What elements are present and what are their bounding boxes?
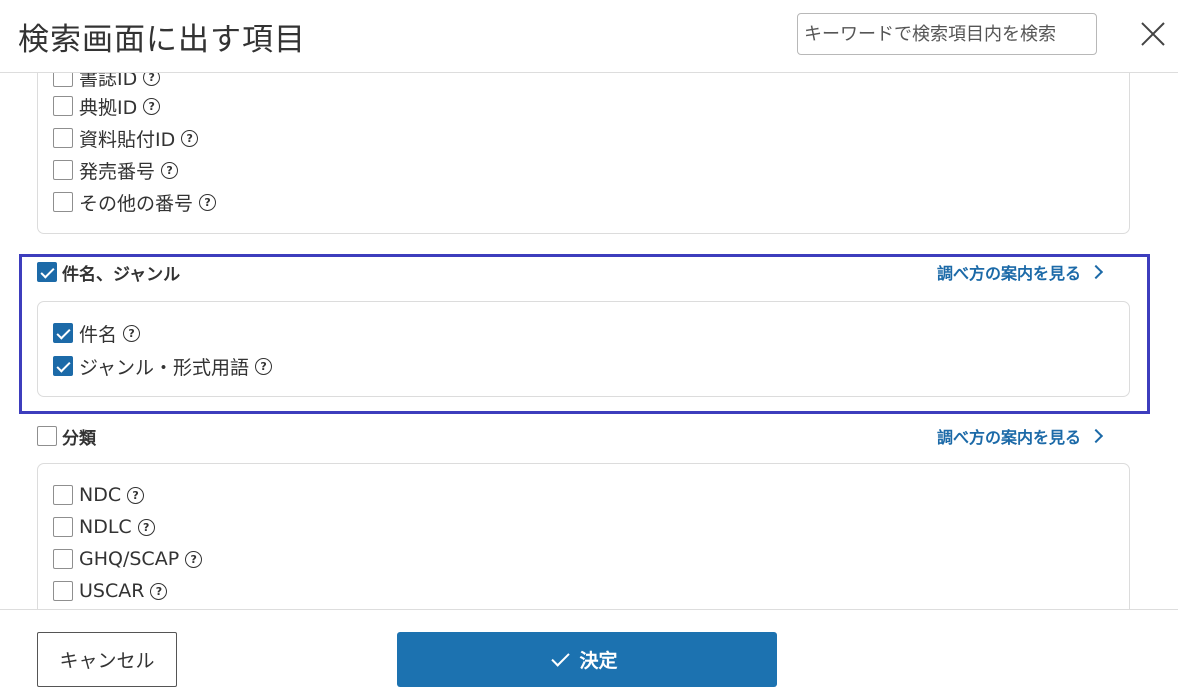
guide-link-label: 調べ方の案内を見る bbox=[937, 264, 1082, 283]
option-label: 資料貼付ID bbox=[79, 128, 176, 151]
option-ghq-scap[interactable]: GHQ/SCAP ? bbox=[53, 544, 203, 574]
chevron-right-icon bbox=[1088, 428, 1104, 444]
checkbox[interactable] bbox=[53, 192, 73, 212]
option-label: NDLC bbox=[79, 516, 132, 538]
help-icon[interactable]: ? bbox=[181, 129, 199, 147]
help-icon[interactable]: ? bbox=[185, 550, 203, 568]
cancel-button[interactable]: キャンセル bbox=[37, 632, 177, 687]
option-ndlc[interactable]: NDLC ? bbox=[53, 512, 155, 542]
option-ndc[interactable]: NDC ? bbox=[53, 480, 145, 510]
option-label: その他の番号 bbox=[79, 192, 194, 215]
option-genre-form-term[interactable]: ジャンル・形式用語 ? bbox=[53, 351, 273, 381]
help-icon[interactable]: ? bbox=[255, 357, 273, 375]
option-label: NDC bbox=[79, 484, 122, 506]
search-input[interactable] bbox=[797, 13, 1097, 55]
group-checkbox[interactable] bbox=[37, 262, 57, 282]
checkbox[interactable] bbox=[53, 485, 73, 505]
help-icon[interactable]: ? bbox=[143, 73, 161, 86]
option-subject[interactable]: 件名 ? bbox=[53, 318, 141, 348]
guide-link-label: 調べ方の案内を見る bbox=[937, 428, 1082, 447]
group-subject-genre[interactable]: 件名、ジャンル bbox=[37, 259, 180, 285]
dialog-content[interactable]: 書誌ID ? 典拠ID ? 資料貼付ID ? 発売番号 ? その他の番号 ? 件… bbox=[0, 73, 1178, 609]
checkbox[interactable] bbox=[53, 96, 73, 116]
checkbox[interactable] bbox=[53, 73, 73, 87]
checkbox[interactable] bbox=[53, 160, 73, 180]
help-icon[interactable]: ? bbox=[137, 518, 155, 536]
group-label: 件名、ジャンル bbox=[62, 264, 181, 285]
close-icon[interactable] bbox=[1136, 17, 1170, 51]
confirm-label: 決定 bbox=[579, 650, 618, 672]
group-classification[interactable]: 分類 bbox=[37, 423, 96, 449]
checkbox[interactable] bbox=[53, 581, 73, 601]
checkbox[interactable] bbox=[53, 356, 73, 376]
check-icon bbox=[551, 647, 571, 667]
option-label: 典拠ID bbox=[79, 96, 138, 119]
option-bibliographic-id[interactable]: 書誌ID ? bbox=[53, 73, 161, 92]
option-other-number[interactable]: その他の番号 ? bbox=[53, 187, 217, 217]
help-icon[interactable]: ? bbox=[143, 97, 161, 115]
option-label: 発売番号 bbox=[79, 160, 156, 183]
checkbox[interactable] bbox=[53, 517, 73, 537]
option-release-number[interactable]: 発売番号 ? bbox=[53, 155, 179, 185]
group-checkbox[interactable] bbox=[37, 426, 57, 446]
option-label: ジャンル・形式用語 bbox=[79, 356, 250, 379]
option-label: GHQ/SCAP bbox=[79, 548, 180, 570]
guide-link-classification[interactable]: 調べ方の案内を見る bbox=[937, 423, 1104, 449]
help-icon[interactable]: ? bbox=[123, 324, 141, 342]
group-label: 分類 bbox=[62, 428, 96, 449]
help-icon[interactable]: ? bbox=[161, 161, 179, 179]
dialog-header: 検索画面に出す項目 bbox=[0, 0, 1178, 73]
option-label: USCAR bbox=[79, 580, 145, 602]
checkbox[interactable] bbox=[53, 323, 73, 343]
dialog-footer: キャンセル 決定 bbox=[0, 609, 1178, 700]
checkbox[interactable] bbox=[53, 128, 73, 148]
help-icon[interactable]: ? bbox=[150, 582, 168, 600]
chevron-right-icon bbox=[1088, 264, 1104, 280]
subject-genre-panel bbox=[37, 301, 1130, 397]
help-icon[interactable]: ? bbox=[199, 193, 217, 211]
classification-panel bbox=[37, 463, 1130, 609]
option-label: 件名 bbox=[79, 323, 118, 346]
dialog-title: 検索画面に出す項目 bbox=[18, 22, 306, 58]
guide-link-subject[interactable]: 調べ方の案内を見る bbox=[937, 259, 1104, 285]
help-icon[interactable]: ? bbox=[127, 486, 145, 504]
confirm-button[interactable]: 決定 bbox=[397, 632, 777, 687]
option-label: 書誌ID bbox=[79, 73, 138, 90]
checkbox[interactable] bbox=[53, 549, 73, 569]
option-attached-material-id[interactable]: 資料貼付ID ? bbox=[53, 123, 199, 153]
option-uscar[interactable]: USCAR ? bbox=[53, 576, 168, 606]
option-authority-id[interactable]: 典拠ID ? bbox=[53, 91, 161, 121]
